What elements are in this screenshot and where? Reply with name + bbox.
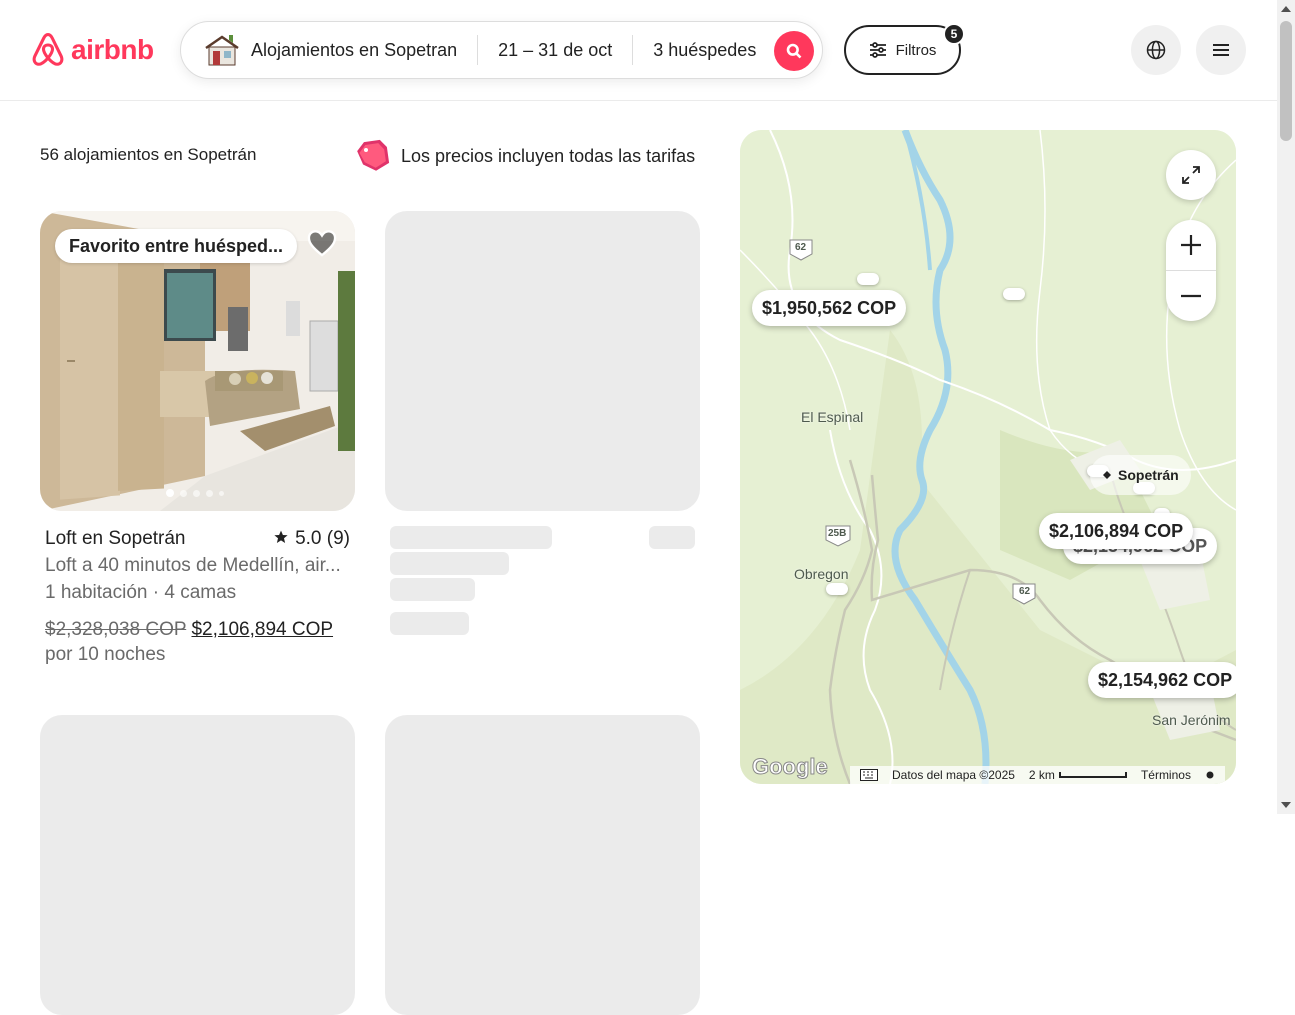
map-dot-pin[interactable] (826, 583, 848, 595)
search-button[interactable] (774, 31, 814, 71)
text-placeholder (649, 526, 695, 549)
bug-report-icon[interactable] (1205, 770, 1215, 780)
listing-title: Loft en Sopetrán (45, 528, 186, 549)
search-icon (786, 43, 802, 59)
road-shield-label: 62 (1019, 586, 1031, 597)
search-location-text: Alojamientos en Sopetran (251, 39, 458, 60)
map-scale: 2 km (1029, 768, 1127, 782)
plus-icon (1181, 235, 1201, 255)
main-menu-button[interactable] (1196, 25, 1246, 75)
carousel-dot (193, 489, 200, 497)
search-guests-text: 3 huéspedes (653, 39, 757, 60)
map-panel[interactable]: 62 25B 62 El Espinal Obregon San Jerónim… (740, 130, 1236, 784)
search-bar[interactable]: Alojamientos en Sopetran 21 – 31 de oct … (180, 21, 823, 79)
photo-carousel-dots (166, 489, 224, 497)
map-expand-button[interactable] (1166, 150, 1216, 200)
listing-original-price: $2,328,038 COP (45, 619, 187, 640)
listing-price[interactable]: $2,106,894 COP (191, 619, 333, 640)
top-header: airbnb Alojamientos en Sopetran 21 – 31 … (0, 0, 1277, 101)
price-tag-icon (357, 139, 390, 171)
map-attribution: Datos del mapa ©2025 2 km Términos (850, 766, 1225, 784)
listing-photo[interactable]: Favorito entre huésped... (40, 211, 355, 511)
search-guests[interactable]: 3 huéspedes (633, 22, 776, 78)
house-icon (205, 35, 239, 66)
town-label-text: Sopetrán (1118, 467, 1179, 483)
text-placeholder (390, 552, 509, 575)
carousel-dot (166, 489, 174, 497)
search-dates-text: 21 – 31 de oct (498, 39, 613, 60)
filters-label: Filtros (895, 41, 937, 59)
language-button[interactable] (1131, 25, 1181, 75)
scroll-thumb[interactable] (1280, 21, 1292, 141)
sliders-icon (869, 42, 886, 58)
logo-text: airbnb (71, 34, 154, 65)
price-note: Los precios incluyen todas las tarifas (355, 138, 695, 174)
map-data-credit[interactable]: Datos del mapa ©2025 (892, 768, 1015, 782)
text-placeholder (390, 612, 469, 635)
map-dot-pin[interactable] (1003, 288, 1025, 300)
carousel-dot (219, 490, 224, 496)
map-price-pin[interactable]: $1,950,562 COP (752, 290, 907, 326)
road-shield-label: 62 (795, 242, 807, 253)
listing-rooms: 1 habitación · 4 camas (45, 582, 237, 603)
listing-rating-text: 5.0 (9) (295, 528, 350, 549)
map-price-pin[interactable]: $2,106,894 COP (1039, 513, 1194, 549)
filters-button[interactable]: Filtros 5 (844, 23, 965, 75)
star-icon (274, 530, 288, 543)
filters-count-badge: 5 (943, 23, 965, 45)
airbnb-logo[interactable]: airbnb (29, 30, 154, 70)
listing-photo-placeholder (385, 211, 700, 511)
listing-card[interactable]: Favorito entre huésped... Loft en Sopetr… (40, 211, 355, 667)
place-label: Obregon (794, 566, 849, 582)
place-label: San Jerónim (1152, 712, 1231, 728)
listing-photo-placeholder (40, 715, 355, 1015)
expand-icon (1182, 166, 1200, 184)
place-label: El Espinal (801, 409, 864, 425)
guest-favorite-badge: Favorito entre huésped... (55, 229, 298, 263)
globe-icon (1146, 40, 1166, 60)
listing-info: Loft en Sopetrán 5.0 (9) Loft a 40 minut… (40, 511, 355, 667)
map-dot-pin[interactable] (857, 273, 879, 285)
carousel-dot (180, 489, 187, 497)
carousel-dot (206, 489, 213, 497)
map-scale-bar (1058, 772, 1127, 778)
search-location[interactable]: Alojamientos en Sopetran (181, 22, 477, 78)
listing-period: por 10 noches (45, 644, 166, 665)
google-logo[interactable]: Google (752, 754, 829, 780)
page-scrollbar[interactable] (1277, 0, 1295, 814)
map-scale-label: 2 km (1028, 768, 1055, 782)
scroll-down-icon[interactable] (1277, 796, 1295, 814)
town-label-sopetran: Sopetrán (1090, 455, 1191, 495)
listing-photo-placeholder (385, 715, 700, 1015)
heart-icon[interactable] (307, 229, 337, 257)
text-placeholder (390, 578, 475, 601)
minus-icon (1181, 294, 1201, 297)
text-placeholder (390, 526, 552, 549)
home-marker-icon (1103, 471, 1111, 479)
results-count: 56 alojamientos en Sopetrán (40, 145, 257, 164)
hamburger-menu-icon (1213, 44, 1229, 56)
map-terms-link[interactable]: Términos (1141, 768, 1191, 782)
zoom-out-button[interactable] (1166, 271, 1216, 321)
search-dates[interactable]: 21 – 31 de oct (478, 22, 632, 78)
scroll-up-icon[interactable] (1277, 0, 1295, 18)
listing-rating: 5.0 (9) (274, 525, 350, 552)
road-shield-label: 25B (828, 528, 847, 539)
airbnb-logo-icon (32, 33, 64, 66)
zoom-in-button[interactable] (1166, 221, 1216, 271)
keyboard-icon[interactable] (860, 769, 878, 781)
map-price-pin[interactable]: $2,154,962 COP (1088, 662, 1236, 698)
listing-description: Loft a 40 minutos de Medellín, air... (45, 555, 341, 576)
price-note-text: Los precios incluyen todas las tarifas (401, 145, 696, 166)
map-zoom-controls (1166, 220, 1216, 321)
